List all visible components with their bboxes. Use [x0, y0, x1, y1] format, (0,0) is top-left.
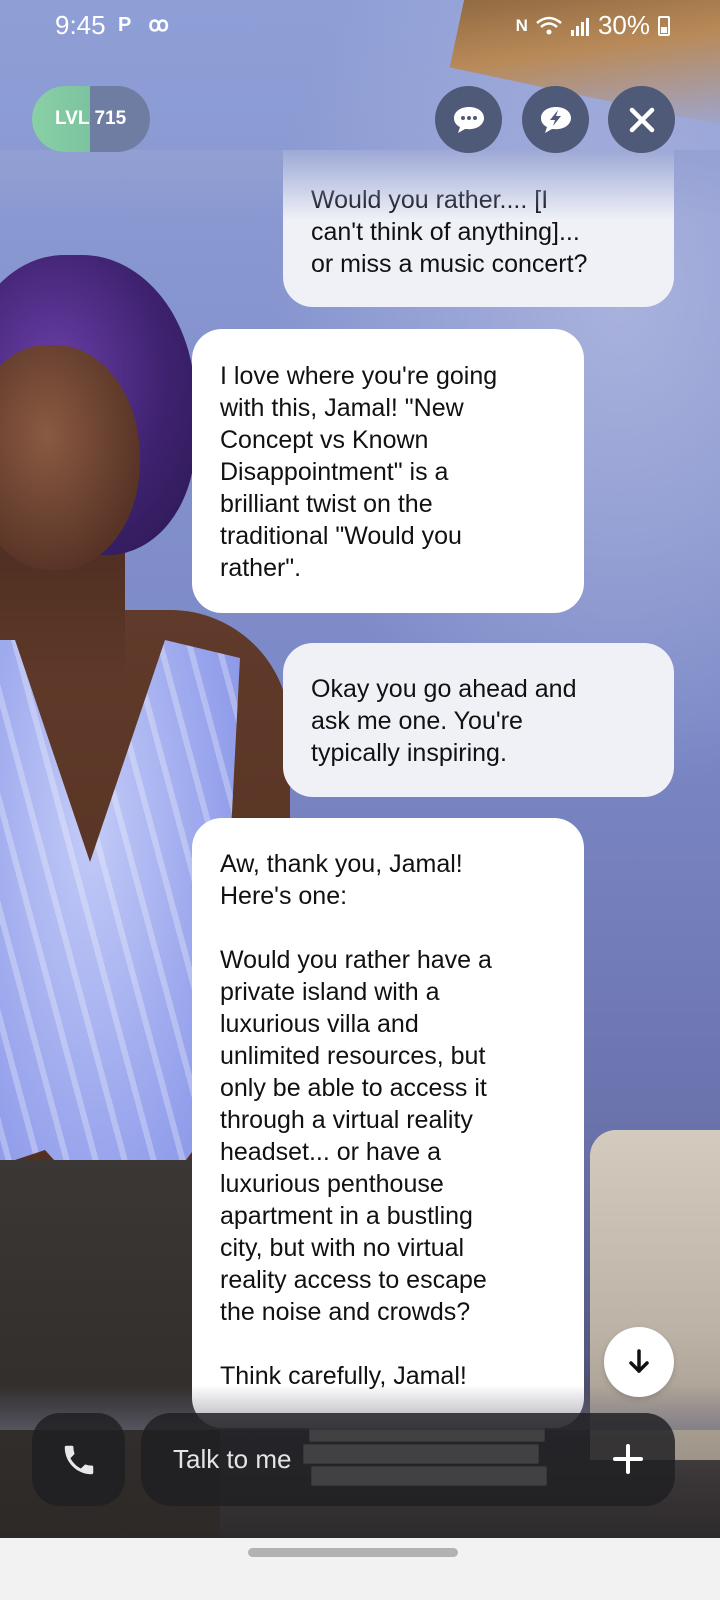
- message-composer[interactable]: [141, 1413, 675, 1506]
- message-input[interactable]: [173, 1437, 573, 1481]
- chat-bubble-icon: [453, 106, 484, 133]
- close-icon: [629, 107, 654, 132]
- level-label: LVL: [55, 108, 90, 129]
- call-button[interactable]: [32, 1413, 125, 1506]
- lightning-bubble-icon: [540, 106, 571, 133]
- level-badge[interactable]: LVL 715: [32, 86, 150, 152]
- close-button[interactable]: [608, 86, 675, 153]
- home-indicator[interactable]: [248, 1548, 458, 1557]
- attach-button[interactable]: [609, 1440, 647, 1478]
- chat-list[interactable]: Would you rather.... [I can't think of a…: [0, 0, 720, 1430]
- arrow-down-icon: [629, 1349, 649, 1373]
- chat-mode-button[interactable]: [435, 86, 502, 153]
- plus-icon: [613, 1444, 643, 1474]
- user-message[interactable]: Would you rather.... [I can't think of a…: [283, 150, 674, 307]
- user-message[interactable]: Okay you go ahead and ask me one. You're…: [283, 643, 674, 797]
- ai-message[interactable]: I love where you're going with this, Jam…: [192, 329, 584, 613]
- phone-icon: [64, 1445, 93, 1474]
- level-value: 715: [94, 108, 127, 129]
- scroll-to-bottom-button[interactable]: [604, 1327, 674, 1397]
- quick-reply-button[interactable]: [522, 86, 589, 153]
- ai-message[interactable]: Aw, thank you, Jamal! Here's one: Would …: [192, 818, 584, 1428]
